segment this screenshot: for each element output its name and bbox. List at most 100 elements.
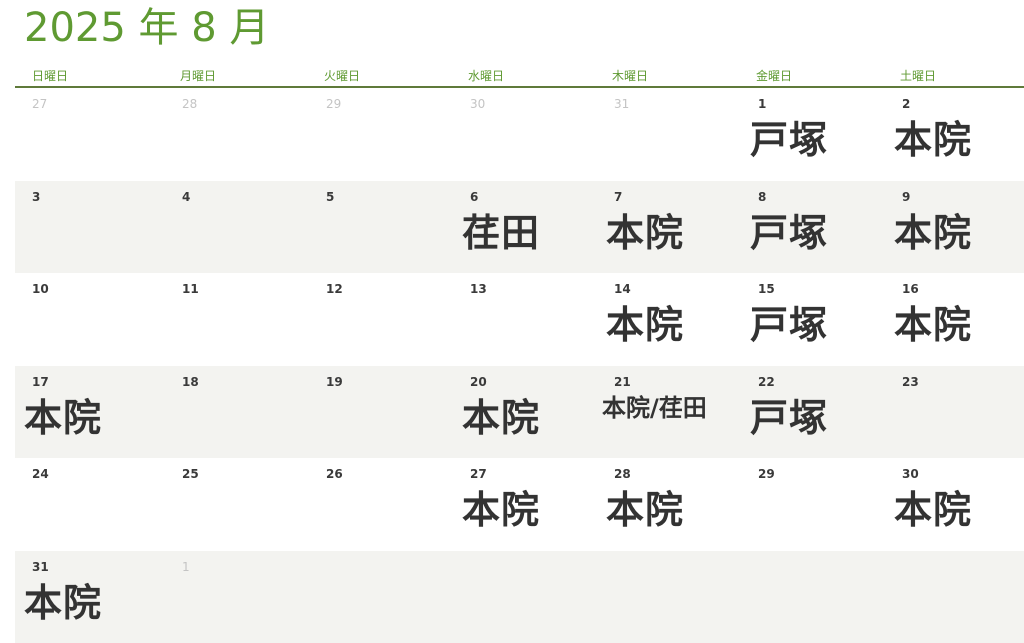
clinic-location: 戸塚 (750, 395, 828, 441)
clinic-location: 荏田 (462, 210, 540, 256)
weekday-friday: 金曜日 (756, 67, 792, 84)
day-number: 15 (758, 282, 775, 296)
clinic-location: 本院 (24, 395, 102, 441)
day-cell[interactable]: 29 (309, 88, 453, 181)
weekday-header-row: 日曜日 月曜日 火曜日 水曜日 木曜日 金曜日 土曜日 (15, 64, 1024, 88)
day-number: 1 (182, 560, 190, 574)
day-cell[interactable]: 13 (453, 273, 597, 366)
clinic-location: 本院 (24, 580, 102, 626)
day-cell[interactable]: 24 (15, 458, 165, 551)
day-number: 1 (758, 97, 766, 111)
clinic-location: 本院 (462, 395, 540, 441)
day-number: 10 (32, 282, 49, 296)
day-number: 7 (614, 190, 622, 204)
day-cell[interactable]: 29 (741, 458, 885, 551)
day-cell[interactable]: 14 本院 (597, 273, 741, 366)
day-cell[interactable]: 2 本院 (885, 88, 1024, 181)
week-row: 24252627本院28本院2930本院 (15, 458, 1024, 551)
calendar-grid: 27282930311戸塚2本院3456荏田7本院8戸塚9本院101112131… (15, 88, 1024, 630)
clinic-location: 本院 (462, 487, 540, 533)
day-cell[interactable]: 19 (309, 366, 453, 459)
clinic-location: 本院 (894, 117, 972, 163)
day-number: 26 (326, 467, 343, 481)
day-cell[interactable]: 25 (165, 458, 309, 551)
day-cell[interactable]: 16本院 (885, 273, 1024, 366)
day-cell[interactable]: 6荏田 (453, 181, 597, 274)
clinic-location: 本院 (606, 302, 684, 348)
day-cell[interactable] (885, 551, 1024, 643)
day-cell[interactable]: 7本院 (597, 181, 741, 274)
day-number: 9 (902, 190, 910, 204)
day-cell[interactable]: 28 (165, 88, 309, 181)
day-number: 30 (470, 97, 485, 111)
week-row: 31 本院 1 (15, 551, 1024, 643)
day-cell[interactable]: 1 戸塚 (741, 88, 885, 181)
day-number: 30 (902, 467, 919, 481)
weekday-tuesday: 火曜日 (324, 67, 360, 84)
week-row: 10 11 12 13 14 本院 15 戸塚 16本院 (15, 273, 1024, 366)
day-cell[interactable]: 5 (309, 181, 453, 274)
day-number: 25 (182, 467, 199, 481)
day-cell[interactable]: 27 本院 (453, 458, 597, 551)
clinic-location: 本院 (894, 210, 972, 256)
day-number: 11 (182, 282, 199, 296)
day-cell[interactable] (741, 551, 885, 643)
day-number: 19 (326, 375, 343, 389)
day-cell[interactable]: 17本院 (15, 366, 165, 459)
day-cell[interactable]: 23 (885, 366, 1024, 459)
day-number: 29 (326, 97, 341, 111)
day-cell[interactable]: 26 (309, 458, 453, 551)
day-cell[interactable]: 21本院/荏田 (597, 366, 741, 459)
day-cell[interactable] (597, 551, 741, 643)
day-cell[interactable]: 8戸塚 (741, 181, 885, 274)
week-row: 27 28 29 30 31 1 戸塚 2 本院 (15, 88, 1024, 181)
clinic-location: 戸塚 (750, 302, 828, 348)
day-number: 31 (614, 97, 629, 111)
day-cell[interactable] (309, 551, 453, 643)
day-cell[interactable]: 30 本院 (885, 458, 1024, 551)
clinic-location: 本院/荏田 (602, 391, 707, 425)
day-cell[interactable]: 4 (165, 181, 309, 274)
day-number: 27 (470, 467, 487, 481)
day-number: 20 (470, 375, 487, 389)
day-number: 18 (182, 375, 199, 389)
day-cell[interactable]: 30 (453, 88, 597, 181)
weekday-saturday: 土曜日 (900, 67, 936, 84)
day-cell[interactable]: 11 (165, 273, 309, 366)
day-number: 8 (758, 190, 766, 204)
day-number: 24 (32, 467, 49, 481)
day-number: 22 (758, 375, 775, 389)
day-cell[interactable]: 15 戸塚 (741, 273, 885, 366)
day-cell[interactable]: 31 (597, 88, 741, 181)
day-cell[interactable]: 20 本院 (453, 366, 597, 459)
clinic-location: 本院 (894, 487, 972, 533)
day-cell[interactable]: 28本院 (597, 458, 741, 551)
day-cell[interactable]: 12 (309, 273, 453, 366)
clinic-location: 本院 (606, 487, 684, 533)
weekday-sunday: 日曜日 (32, 67, 68, 84)
calendar-title: 2025 年 8 月 (24, 2, 269, 54)
day-cell[interactable]: 1 (165, 551, 309, 643)
day-cell[interactable]: 10 (15, 273, 165, 366)
day-number: 14 (614, 282, 631, 296)
day-number: 12 (326, 282, 343, 296)
clinic-location: 戸塚 (750, 117, 828, 163)
day-number: 28 (182, 97, 197, 111)
day-cell[interactable]: 18 (165, 366, 309, 459)
day-cell[interactable]: 22 戸塚 (741, 366, 885, 459)
day-cell[interactable]: 27 (15, 88, 165, 181)
day-cell[interactable]: 31 本院 (15, 551, 165, 643)
day-number: 2 (902, 97, 910, 111)
weekday-wednesday: 水曜日 (468, 67, 504, 84)
day-number: 27 (32, 97, 47, 111)
day-number: 31 (32, 560, 49, 574)
day-number: 23 (902, 375, 919, 389)
weekday-thursday: 木曜日 (612, 67, 648, 84)
day-cell[interactable]: 3 (15, 181, 165, 274)
day-number: 13 (470, 282, 487, 296)
day-number: 29 (758, 467, 775, 481)
day-cell[interactable] (453, 551, 597, 643)
day-cell[interactable]: 9 本院 (885, 181, 1024, 274)
day-number: 4 (182, 190, 190, 204)
week-row: 17本院 18 19 20 本院 21本院/荏田 22 戸塚 23 (15, 366, 1024, 459)
